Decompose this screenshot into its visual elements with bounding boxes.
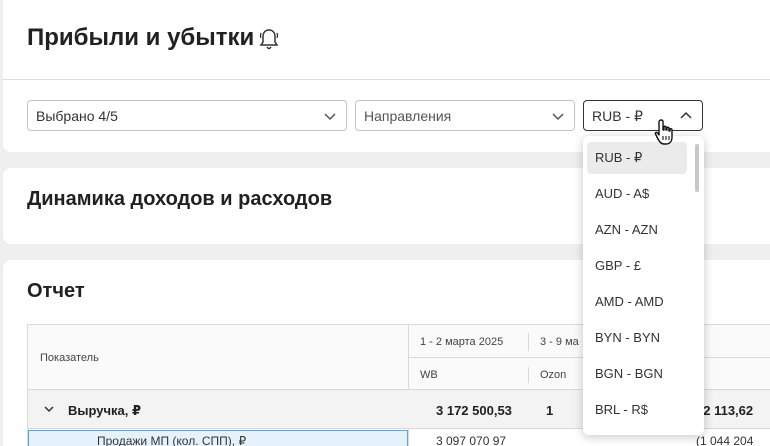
currency-option-azn[interactable]: AZN - AZN xyxy=(587,214,687,246)
sales-label: Продажи МП (кол. СПП), ₽ xyxy=(97,434,247,446)
marketplaces-select[interactable]: Выбрано 4/5 xyxy=(27,100,347,131)
revenue-value-ozon: 1 xyxy=(546,403,554,418)
currency-select[interactable]: RUB - ₽ xyxy=(583,100,703,131)
chevron-down-icon xyxy=(552,113,564,121)
page-title: Прибыли и убытки xyxy=(27,24,255,51)
currency-option-bgn[interactable]: BGN - BGN xyxy=(587,358,687,390)
period-header-1: 1 - 2 марта 2025 xyxy=(420,336,504,348)
currency-dropdown: RUB - ₽ AUD - A$ AZN - AZN GBP - £ AMD -… xyxy=(583,136,704,435)
table-row-sales[interactable]: Продажи МП (кол. СПП), ₽ xyxy=(28,430,408,446)
currency-option-amd[interactable]: AMD - AMD xyxy=(587,286,687,318)
revenue-value-wb: 3 172 500,53 xyxy=(436,403,512,418)
directions-select[interactable]: Направления xyxy=(355,100,575,131)
indicator-column-header: Показатель xyxy=(40,352,99,364)
chevron-down-icon xyxy=(324,113,336,121)
revenue-label: Выручка, ₽ xyxy=(68,403,142,418)
column-divider xyxy=(528,333,529,351)
chevron-up-icon xyxy=(680,111,692,119)
currency-select-value: RUB - ₽ xyxy=(592,108,643,124)
period-header-2: 3 - 9 ма xyxy=(540,336,579,348)
source-header-wb: WB xyxy=(420,369,438,381)
hand-cursor-icon xyxy=(654,119,673,145)
source-header-ozon: Ozon xyxy=(540,369,567,381)
currency-option-gbp[interactable]: GBP - £ xyxy=(587,250,687,282)
dropdown-scrollbar[interactable] xyxy=(695,144,699,192)
marketplaces-select-value: Выбрано 4/5 xyxy=(36,108,118,124)
header-divider xyxy=(3,79,770,80)
currency-option-brl[interactable]: BRL - R$ xyxy=(587,394,687,426)
sales-value-wb: 3 097 070 97 xyxy=(436,434,507,446)
dynamics-title: Динамика доходов и расходов xyxy=(27,188,333,210)
currency-option-byn[interactable]: BYN - BYN xyxy=(587,322,687,354)
bell-icon[interactable] xyxy=(258,27,280,51)
currency-option-aud[interactable]: AUD - A$ xyxy=(587,178,687,210)
column-divider xyxy=(528,367,529,383)
directions-select-placeholder: Направления xyxy=(364,108,452,124)
sales-value-period-2: (1 044 204 21 xyxy=(696,434,754,446)
chevron-down-icon[interactable] xyxy=(44,405,54,413)
revenue-value-period-2: 72 113,62 xyxy=(696,403,754,418)
report-title: Отчет xyxy=(27,280,85,302)
